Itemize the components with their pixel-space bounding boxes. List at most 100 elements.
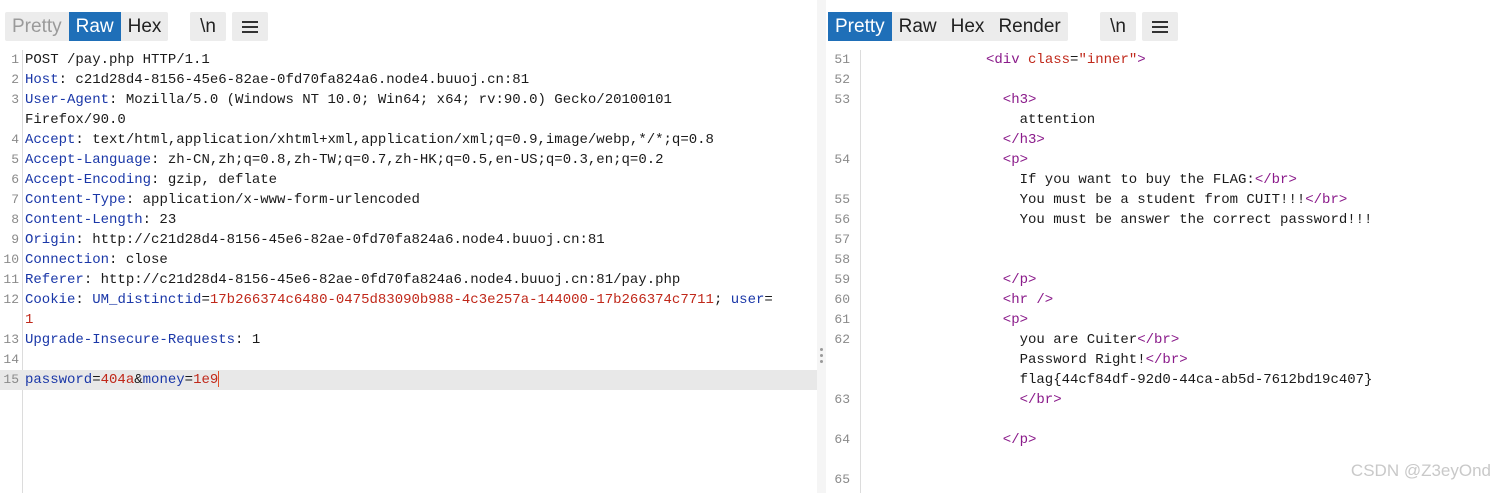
response-tab-raw[interactable]: Raw bbox=[892, 12, 944, 41]
response-line: 63 </br> bbox=[826, 390, 1505, 410]
line-content: <p> bbox=[1003, 150, 1028, 170]
request-line: 14 bbox=[0, 350, 817, 370]
line-content: you are Cuiter</br> bbox=[1020, 330, 1180, 350]
response-view-tabs: Pretty Raw Hex Render bbox=[828, 12, 1068, 41]
header-name: Origin bbox=[25, 232, 76, 248]
header-value: c21d28d4-8156-45e6-82ae-0fd70fa824a6.nod… bbox=[67, 72, 530, 88]
header-colon: : bbox=[58, 72, 68, 88]
response-line: 62 you are Cuiter</br> bbox=[826, 330, 1505, 350]
request-line: 8 Content-Length: 23 bbox=[0, 210, 817, 230]
header-value: application/x-www-form-urlencoded bbox=[134, 192, 420, 208]
line-content: 1 bbox=[25, 310, 33, 330]
line-content: </br> bbox=[1020, 390, 1062, 410]
request-line: 1 POST /pay.php HTTP/1.1 bbox=[0, 50, 817, 70]
response-tab-render[interactable]: Render bbox=[991, 12, 1067, 41]
html-tag: </h3> bbox=[1002, 132, 1045, 148]
html-text: You must be a student from CUIT!!! bbox=[1019, 192, 1306, 208]
response-newline-toggle[interactable]: \n bbox=[1100, 12, 1136, 41]
cookie-value: 17b266374c6480-0475d83090b988-4c3e257a-1… bbox=[209, 292, 714, 308]
line-content: </p> bbox=[1003, 430, 1037, 450]
html-tag: <h3> bbox=[1002, 92, 1037, 108]
html-attribute: class bbox=[1028, 52, 1071, 68]
line-number: 11 bbox=[3, 272, 19, 287]
request-line: 11 Referer: http://c21d28d4-8156-45e6-82a… bbox=[0, 270, 817, 290]
html-tag: <hr /> bbox=[1002, 292, 1054, 308]
response-line bbox=[826, 410, 1505, 430]
html-text: flag{44cf84df-92d0-44ca-ab5d-7612bd19c40… bbox=[1019, 372, 1373, 388]
response-line: 52 bbox=[826, 70, 1505, 90]
line-number: 13 bbox=[3, 332, 19, 347]
html-tag: </br> bbox=[1145, 352, 1188, 368]
hamburger-icon bbox=[242, 20, 258, 33]
response-line: 61 <p> bbox=[826, 310, 1505, 330]
equals: = bbox=[184, 372, 194, 388]
line-number: 56 bbox=[834, 212, 850, 227]
line-number: 65 bbox=[834, 472, 850, 487]
response-line: 57 bbox=[826, 230, 1505, 250]
response-pane: Pretty Raw Hex Render \n 51 <div class="inne… bbox=[826, 0, 1505, 493]
response-tab-hex[interactable]: Hex bbox=[944, 12, 992, 41]
request-editor[interactable]: 1 POST /pay.php HTTP/1.1 2 Host: c21d28d4-8… bbox=[0, 50, 817, 493]
line-number: 60 bbox=[834, 292, 850, 307]
line-content: <p> bbox=[1003, 310, 1028, 330]
line-number: 62 bbox=[834, 332, 850, 347]
hamburger-icon bbox=[1152, 20, 1168, 33]
watermark: CSDN @Z3eyOnd bbox=[1350, 461, 1491, 480]
request-view-tabs: Pretty Raw Hex bbox=[5, 12, 169, 41]
header-value: zh-CN,zh;q=0.8,zh-TW;q=0.7,zh-HK;q=0.5,e… bbox=[159, 152, 664, 168]
line-content: attention bbox=[1020, 110, 1096, 130]
request-menu-button[interactable] bbox=[232, 12, 268, 41]
header-value: text/html,application/xhtml+xml,applicat… bbox=[83, 132, 714, 148]
equals: = bbox=[201, 292, 210, 308]
header-name: Accept bbox=[25, 132, 76, 148]
line-content: Content-Type: application/x-www-form-url… bbox=[25, 190, 420, 210]
line-number: 10 bbox=[3, 252, 19, 267]
line-number: 59 bbox=[834, 272, 850, 287]
html-text: attention bbox=[1019, 112, 1096, 128]
response-menu-button[interactable] bbox=[1142, 12, 1178, 41]
request-line: 15 password=404a&money=1e9 bbox=[0, 370, 817, 390]
response-editor[interactable]: 51 <div class="inner"> 52 53 <h3> attention </… bbox=[826, 50, 1505, 493]
line-number: 8 bbox=[11, 212, 19, 227]
response-line: 60 <hr /> bbox=[826, 290, 1505, 310]
request-newline-toggle[interactable]: \n bbox=[190, 12, 226, 41]
line-number: 2 bbox=[11, 72, 19, 87]
request-tab-hex[interactable]: Hex bbox=[121, 12, 169, 41]
request-line: 9 Origin: http://c21d28d4-8156-45e6-82ae-… bbox=[0, 230, 817, 250]
param-value: 1e9 bbox=[193, 372, 219, 388]
equals: = bbox=[92, 372, 101, 388]
response-line: flag{44cf84df-92d0-44ca-ab5d-7612bd19c40… bbox=[826, 370, 1505, 390]
header-name: Host bbox=[25, 72, 59, 88]
line-content: Origin: http://c21d28d4-8156-45e6-82ae-0… bbox=[25, 230, 605, 250]
html-tag: </br> bbox=[1137, 332, 1180, 348]
request-line: 3 User-Agent: Mozilla/5.0 (Windows NT 10.… bbox=[0, 90, 817, 110]
line-number: 15 bbox=[3, 372, 19, 387]
line-content: <hr /> bbox=[1003, 290, 1053, 310]
header-name: Cookie bbox=[25, 292, 76, 308]
response-tab-pretty[interactable]: Pretty bbox=[828, 12, 892, 41]
pane-splitter[interactable] bbox=[817, 0, 826, 493]
header-colon: : bbox=[75, 132, 84, 148]
line-number: 7 bbox=[11, 192, 19, 207]
header-colon: : bbox=[125, 192, 135, 208]
line-content: If you want to buy the FLAG:</br> bbox=[1020, 170, 1297, 190]
html-tag: </br> bbox=[1305, 192, 1348, 208]
header-name: Connection bbox=[25, 252, 110, 268]
line-number: 64 bbox=[834, 432, 850, 447]
splitter-grip-dot bbox=[820, 348, 823, 351]
html-text: If you want to buy the FLAG: bbox=[1019, 172, 1255, 188]
line-content: Accept-Language: zh-CN,zh;q=0.8,zh-TW;q=… bbox=[25, 150, 664, 170]
html-tag: </br> bbox=[1254, 172, 1297, 188]
request-line: 7 Content-Type: application/x-www-form-ur… bbox=[0, 190, 817, 210]
response-line: Password Right!</br> bbox=[826, 350, 1505, 370]
header-name: Content-Type bbox=[25, 192, 126, 208]
line-content: Accept: text/html,application/xhtml+xml,… bbox=[25, 130, 714, 150]
header-value: 1 bbox=[243, 332, 261, 348]
line-content: Connection: close bbox=[25, 250, 168, 270]
newline-label: \n bbox=[1110, 16, 1126, 37]
header-value: http://c21d28d4-8156-45e6-82ae-0fd70fa82… bbox=[92, 272, 681, 288]
request-pane: Pretty Raw Hex \n 1 POST /pay.php HTTP/1.1 2… bbox=[0, 0, 817, 493]
line-content: You must be a student from CUIT!!!</br> bbox=[1020, 190, 1348, 210]
request-tab-raw[interactable]: Raw bbox=[68, 12, 121, 41]
cookie-separator: ; bbox=[713, 292, 731, 308]
